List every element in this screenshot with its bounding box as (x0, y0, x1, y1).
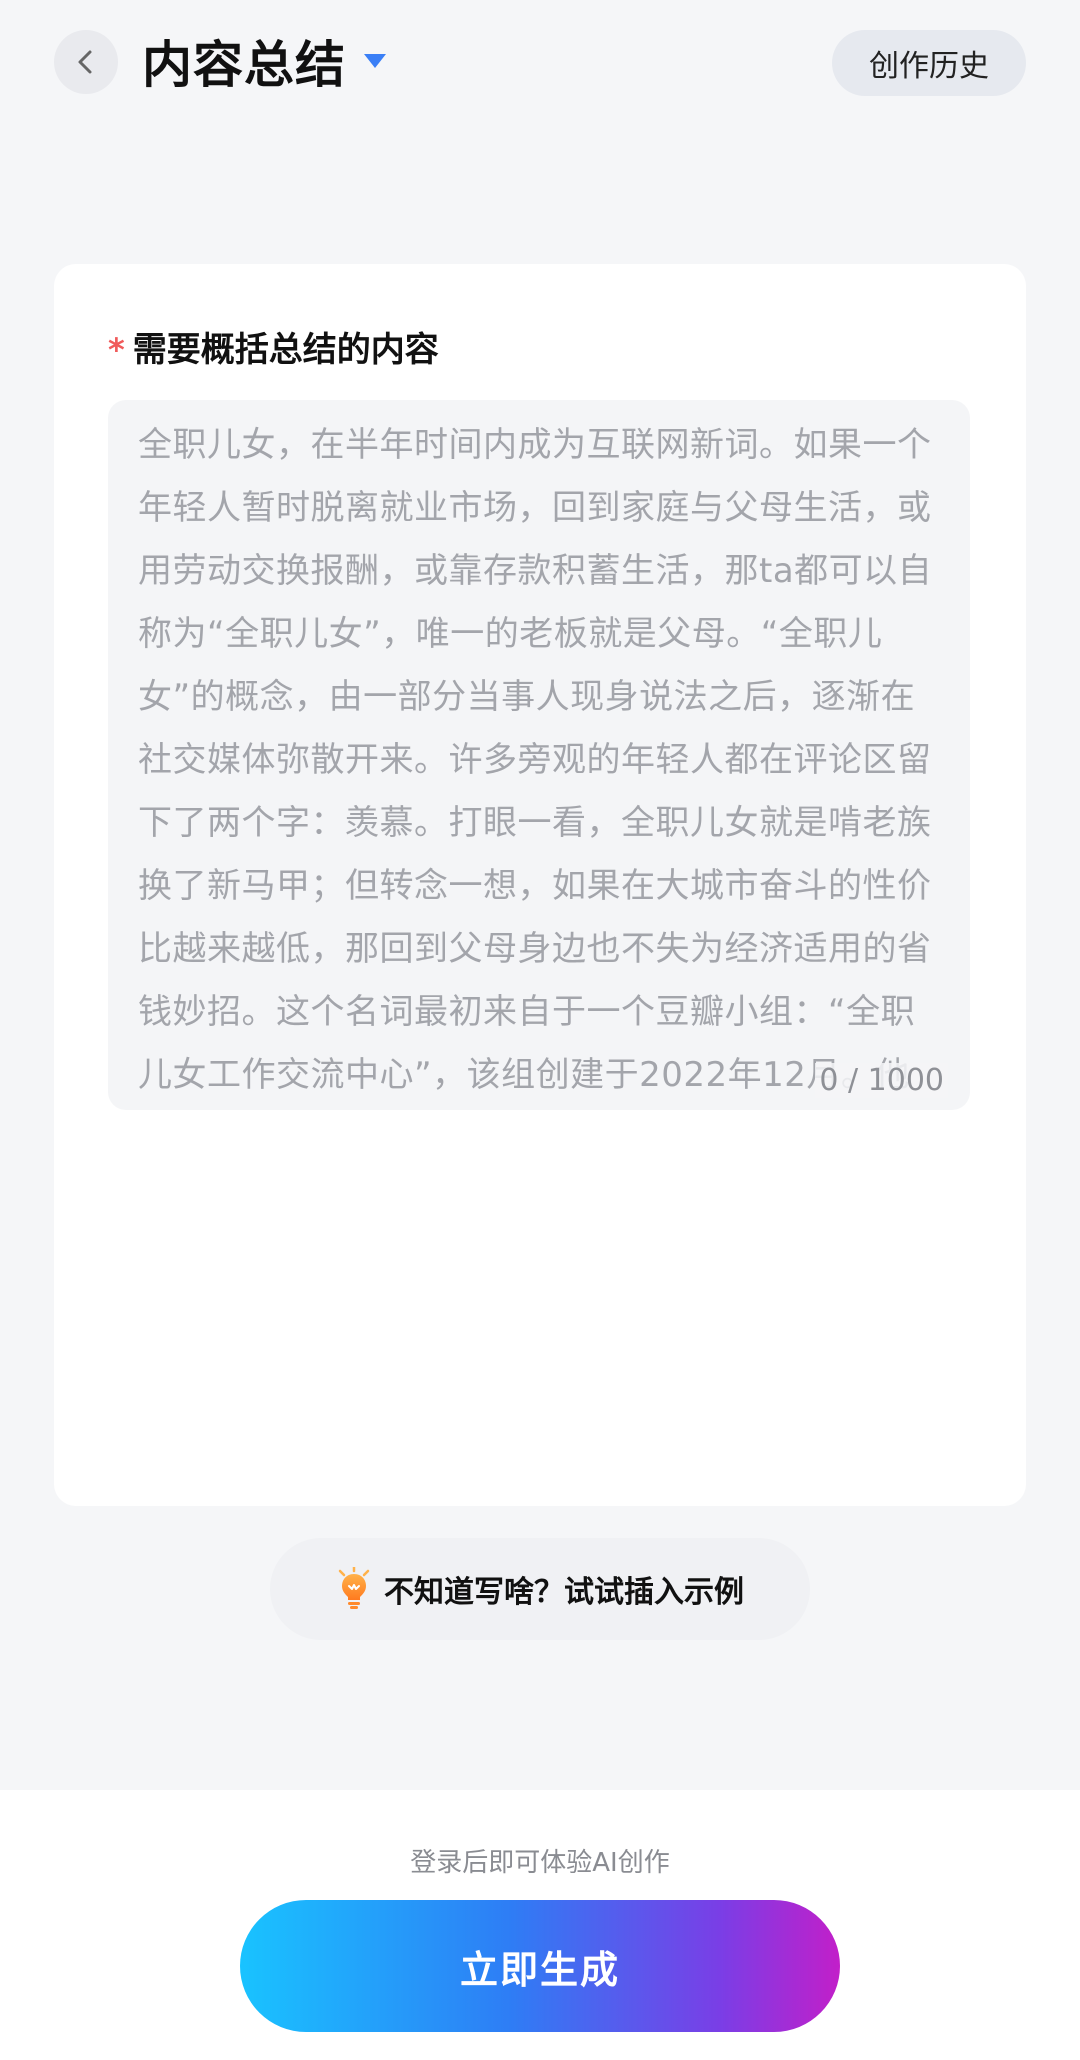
caret-down-icon (364, 54, 386, 68)
field-label: * 需要概括总结的内容 (108, 322, 439, 371)
field-label-text: 需要概括总结的内容 (132, 330, 439, 370)
content-textarea[interactable]: 全职儿女，在半年时间内成为互联网新词。如果一个年轻人暂时脱离就业市场，回到家庭与… (108, 400, 970, 1110)
title-dropdown[interactable]: 内容总结 (142, 26, 386, 96)
back-button[interactable] (54, 30, 118, 94)
lightbulb-icon (338, 1567, 370, 1609)
header: 内容总结 创作历史 (0, 0, 1080, 130)
insert-example-button[interactable]: 不知道写啥？试试插入示例 (270, 1538, 810, 1640)
creation-history-button[interactable]: 创作历史 (832, 30, 1026, 96)
generate-button[interactable]: 立即生成 (240, 1900, 840, 2032)
insert-example-label: 不知道写啥？试试插入示例 (384, 1575, 744, 1610)
page-title: 内容总结 (142, 36, 346, 94)
input-card: * 需要概括总结的内容 全职儿女，在半年时间内成为互联网新词。如果一个年轻人暂时… (54, 264, 1026, 1506)
chevron-left-icon (78, 50, 92, 74)
char-counter: 0 / 1000 (815, 1063, 948, 1098)
required-mark: * (108, 331, 125, 369)
login-hint: 登录后即可体验AI创作 (410, 1848, 670, 1878)
textarea-placeholder: 全职儿女，在半年时间内成为互联网新词。如果一个年轻人暂时脱离就业市场，回到家庭与… (138, 425, 933, 1095)
bottom-bar: 登录后即可体验AI创作 立即生成 (0, 1790, 1080, 2060)
